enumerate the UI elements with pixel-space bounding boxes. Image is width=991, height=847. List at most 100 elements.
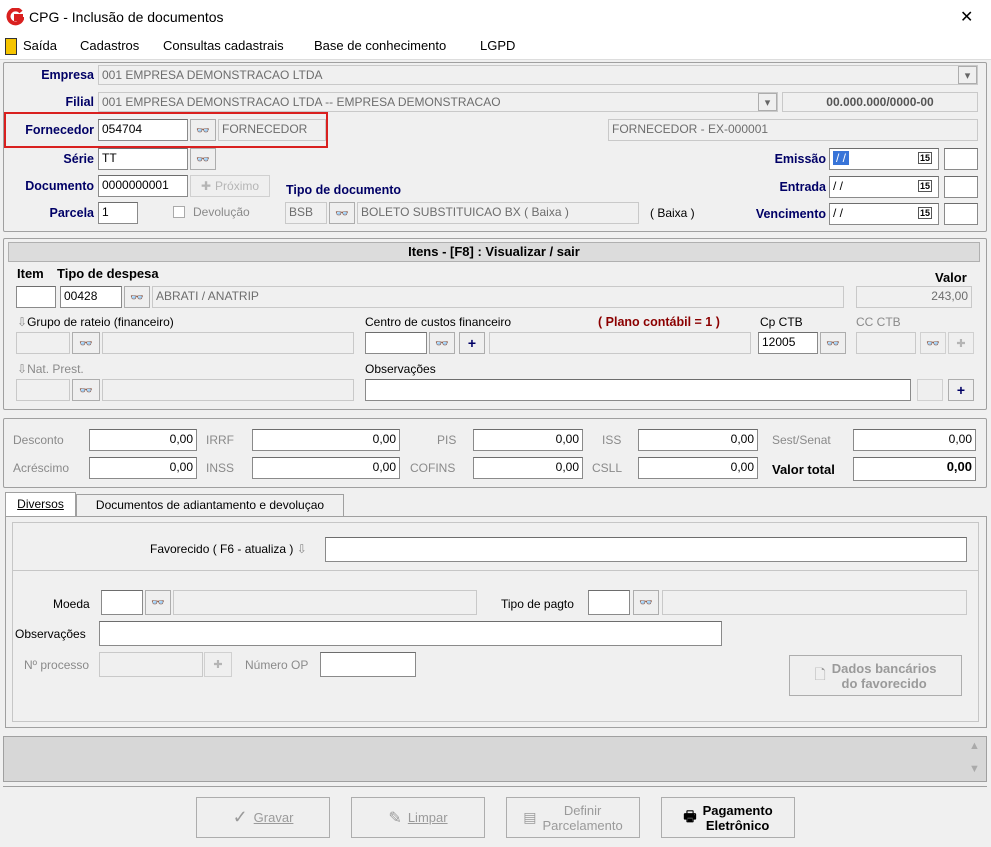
- pages-icon: ▤: [523, 809, 537, 825]
- dados-bancarios-line1: Dados bancários: [831, 660, 937, 676]
- title-bar: CPG - Inclusão de documentos ✕: [0, 0, 991, 34]
- definir-parcelamento-button[interactable]: ▤ Definir Parcelamento: [506, 797, 640, 838]
- observacoes-itens-input[interactable]: [365, 379, 911, 401]
- csll-field[interactable]: 0,00: [638, 457, 758, 479]
- desconto-field[interactable]: 0,00: [89, 429, 197, 451]
- devolucao-label: Devolução: [193, 205, 250, 219]
- definir-text: Definir Parcelamento: [543, 803, 623, 833]
- entrada-extra: [944, 176, 978, 198]
- filial-select[interactable]: 001 EMPRESA DEMONSTRACAO LTDA -- EMPRESA…: [98, 92, 778, 112]
- empresa-select[interactable]: 001 EMPRESA DEMONSTRACAO LTDA: [98, 65, 978, 85]
- grupo-rateio-input[interactable]: [16, 332, 70, 354]
- item-input[interactable]: [16, 286, 56, 308]
- observacoes-itens-label: Observações: [365, 362, 436, 376]
- nat-prest-input[interactable]: [16, 379, 70, 401]
- calendar-icon[interactable]: 15: [918, 207, 932, 219]
- processo-input[interactable]: [99, 652, 203, 677]
- menu-consultas-cadastrais[interactable]: Consultas cadastrais: [163, 38, 284, 53]
- scroll-up-icon[interactable]: ▲: [969, 740, 980, 752]
- sest-senat-label: Sest/Senat: [772, 433, 831, 447]
- limpar-label: Limpar: [407, 810, 448, 825]
- binoculars-icon[interactable]: 👓: [72, 332, 100, 354]
- calendar-icon[interactable]: 15: [918, 180, 932, 192]
- edit-icon[interactable]: [917, 379, 943, 401]
- chevron-down-icon[interactable]: ▾: [958, 66, 977, 84]
- favorecido-input[interactable]: [325, 537, 967, 562]
- tipo-despesa-code-input[interactable]: 00428: [60, 286, 122, 308]
- definir-line2: Parcelamento: [542, 817, 623, 833]
- itens-title: Itens - [F8] : Visualizar / sair: [8, 242, 980, 262]
- dados-bancarios-button[interactable]: 🗋 Dados bancários do favorecido: [789, 655, 962, 696]
- binoculars-icon[interactable]: 👓: [920, 332, 946, 354]
- fornecedor-code-input[interactable]: 054704: [98, 119, 188, 141]
- binoculars-icon[interactable]: 👓: [190, 148, 216, 170]
- binoculars-icon[interactable]: 👓: [72, 379, 100, 401]
- chevron-down-icon[interactable]: ▾: [758, 93, 777, 111]
- centro-custos-input[interactable]: [365, 332, 427, 354]
- gravar-button[interactable]: ✓ Gravar: [196, 797, 330, 838]
- tab-diversos[interactable]: Diversos: [5, 492, 76, 517]
- entrada-label: Entrada: [779, 180, 826, 194]
- emissao-value: / /: [833, 151, 850, 165]
- menu-base-conhecimento[interactable]: Base de conhecimento: [314, 38, 446, 53]
- tipo-despesa-name-field: ABRATI / ANATRIP: [152, 286, 844, 308]
- scroll-down-icon[interactable]: ▼: [969, 763, 980, 775]
- valor-total-field: 0,00: [853, 457, 976, 481]
- tab-documentos-adiantamento[interactable]: Documentos de adiantamento e devoluçao: [76, 494, 344, 516]
- sest-senat-field[interactable]: 0,00: [853, 429, 976, 451]
- proximo-label: Próximo: [215, 179, 260, 193]
- moeda-input[interactable]: [101, 590, 143, 615]
- close-icon[interactable]: ✕: [960, 7, 973, 27]
- pagamento-eletronico-button[interactable]: 🖶 Pagamento Eletrônico: [661, 797, 795, 838]
- limpar-button[interactable]: ✎ Limpar: [351, 797, 485, 838]
- menu-bar: Saída Cadastros Consultas cadastrais Bas…: [0, 34, 991, 60]
- down-arrow-icon: ⇩: [17, 315, 28, 329]
- binoculars-calendar-icon[interactable]: 👓: [820, 332, 846, 354]
- footer-bar: [3, 786, 987, 844]
- calendar-icon[interactable]: 15: [918, 152, 932, 164]
- down-arrow-icon: ⇩: [296, 542, 307, 556]
- tipo-doc-code-field[interactable]: BSB: [285, 202, 327, 224]
- tipo-documento-label: Tipo de documento: [286, 183, 402, 197]
- grupo-rateio-label: ⇩Grupo de rateio (financeiro): [17, 315, 174, 329]
- menu-lgpd[interactable]: LGPD: [480, 38, 515, 53]
- binoculars-calendar-icon[interactable]: 👓: [429, 332, 455, 354]
- pagamento-line2: Eletrônico: [705, 817, 770, 833]
- inss-field[interactable]: 0,00: [252, 457, 400, 479]
- centro-custos-desc: [489, 332, 751, 354]
- nat-prest-desc: [102, 379, 354, 401]
- binoculars-icon[interactable]: 👓: [124, 286, 150, 308]
- binoculars-icon[interactable]: 👓: [329, 202, 355, 224]
- observacoes-diversos-input[interactable]: [99, 621, 722, 646]
- tipo-pagto-desc: [662, 590, 967, 615]
- iss-field[interactable]: 0,00: [638, 429, 758, 451]
- tipo-pagto-label: Tipo de pagto: [501, 597, 574, 611]
- cc-ctb-label: CC CTB: [856, 315, 901, 329]
- add-icon[interactable]: +: [948, 379, 974, 401]
- parcela-input[interactable]: 1: [98, 202, 138, 224]
- tipo-pagto-input[interactable]: [588, 590, 630, 615]
- binoculars-icon[interactable]: 👓: [190, 119, 216, 141]
- add-icon[interactable]: ✚: [948, 332, 974, 354]
- add-icon[interactable]: ✚: [204, 652, 232, 677]
- documento-input[interactable]: 0000000001: [98, 175, 188, 197]
- plano-contabil-label: ( Plano contábil = 1 ): [598, 315, 720, 329]
- menu-saida[interactable]: Saída: [23, 38, 57, 53]
- tipo-despesa-label: Tipo de despesa: [57, 266, 159, 281]
- binoculars-icon[interactable]: 👓: [145, 590, 171, 615]
- vencimento-label: Vencimento: [755, 207, 826, 221]
- devolucao-checkbox[interactable]: [173, 206, 185, 218]
- cp-ctb-input[interactable]: 12005: [758, 332, 818, 354]
- add-icon[interactable]: +: [459, 332, 485, 354]
- proximo-button[interactable]: ✚ Próximo: [190, 175, 270, 197]
- irrf-field[interactable]: 0,00: [252, 429, 400, 451]
- numero-op-input[interactable]: [320, 652, 416, 677]
- cc-ctb-input[interactable]: [856, 332, 916, 354]
- acrescimo-field[interactable]: 0,00: [89, 457, 197, 479]
- serie-input[interactable]: TT: [98, 148, 188, 170]
- binoculars-icon[interactable]: 👓: [633, 590, 659, 615]
- valor-field[interactable]: 243,00: [856, 286, 972, 308]
- cofins-field[interactable]: 0,00: [473, 457, 583, 479]
- pis-field[interactable]: 0,00: [473, 429, 583, 451]
- menu-cadastros[interactable]: Cadastros: [80, 38, 139, 53]
